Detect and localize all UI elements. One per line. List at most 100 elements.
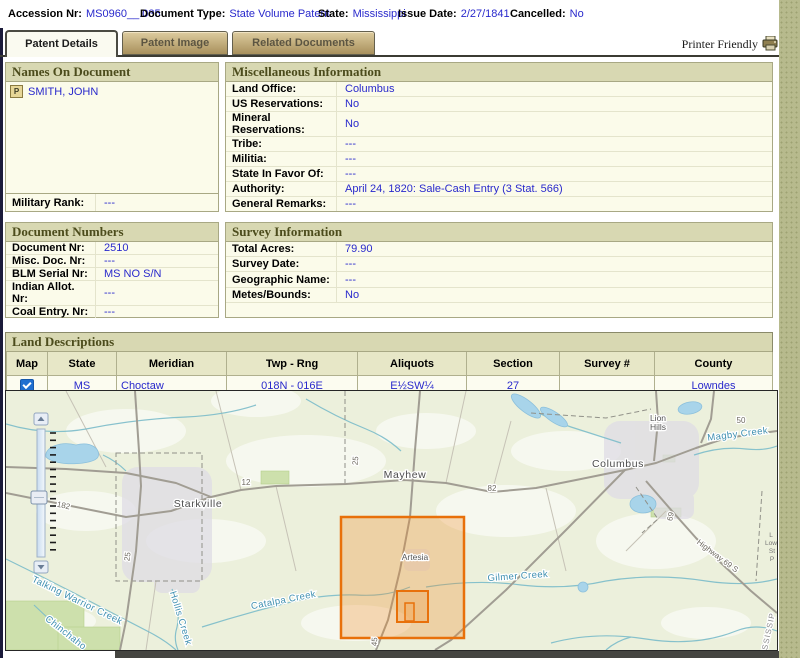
glo-patent-details-page: Accession Nr: MS0960__.035 Document Type:… xyxy=(0,0,800,658)
misc-row: Mineral Reservations: No xyxy=(226,111,772,136)
field-label: Authority: xyxy=(226,182,337,196)
misc-row: Land Office: Columbus xyxy=(226,82,772,96)
map-label-mississippi: MISSISSIP xyxy=(758,612,777,650)
road-label-45: 45 xyxy=(370,636,380,646)
col-header-survey: Survey # xyxy=(559,352,655,376)
page-background-band xyxy=(779,0,800,658)
field-label: Tribe: xyxy=(226,137,337,151)
field-value: --- xyxy=(104,306,115,318)
document-numbers-section: Document Numbers Document Nr: 2510 Misc. … xyxy=(5,222,219,318)
township-map[interactable]: Starkville Mayhew Columbus Artesia Lion … xyxy=(5,390,778,651)
field-value: --- xyxy=(345,198,356,210)
field-label: Land Office: xyxy=(226,82,337,96)
military-rank-value: --- xyxy=(104,196,115,209)
record-header: Accession Nr: MS0960__.035 Document Type:… xyxy=(0,0,779,28)
map-canvas: Starkville Mayhew Columbus Artesia Lion … xyxy=(6,391,777,650)
field-label: Indian Allot. Nr: xyxy=(6,281,96,305)
tab-patent-image[interactable]: Patent Image xyxy=(122,31,228,55)
military-rank-row: Military Rank: --- xyxy=(6,193,218,211)
misc-row: Authority: April 24, 1820: Sale-Cash Entr… xyxy=(226,181,772,196)
map-zoom-slider xyxy=(30,412,56,574)
state-field: State: Mississippi xyxy=(318,8,406,20)
field-value: No xyxy=(345,98,360,110)
land-descriptions-title: Land Descriptions xyxy=(6,333,772,352)
misc-row: Militia: --- xyxy=(226,151,772,166)
field-value: --- xyxy=(104,287,115,299)
field-label: Survey Date: xyxy=(226,257,337,272)
printer-friendly-link[interactable]: Printer Friendly xyxy=(676,35,779,52)
aliquot-highlight[interactable] xyxy=(404,602,415,622)
names-on-document-section: Names On Document P SMITH, JOHN Military… xyxy=(5,62,219,212)
survey-row: Metes/Bounds: No xyxy=(226,286,772,302)
map-label-catalpa-creek: Catalpa Creek xyxy=(250,589,317,612)
map-label-mayhew: Mayhew xyxy=(384,469,427,481)
field-label: Misc. Doc. Nr: xyxy=(6,255,96,267)
field-value: --- xyxy=(345,153,356,165)
col-header-meridian: Meridian xyxy=(116,352,227,376)
field-value: No xyxy=(345,118,360,130)
state-label: State: xyxy=(318,8,349,20)
map-label-columbus: Columbus xyxy=(592,458,644,470)
map-label-artesia: Artesia xyxy=(402,552,429,562)
accession-label: Accession Nr: xyxy=(8,8,82,20)
cancelled-field: Cancelled: No xyxy=(510,8,584,20)
name-entry: P SMITH, JOHN xyxy=(10,85,214,98)
map-label-gilmer-creek: Gilmer Creek xyxy=(487,569,548,584)
survey-row: Total Acres: 79.90 xyxy=(226,242,772,257)
field-label: Coal Entry. Nr: xyxy=(6,306,96,318)
docnum-row: Indian Allot. Nr: --- xyxy=(6,280,218,305)
field-label: Militia: xyxy=(226,152,337,166)
field-value: 79.90 xyxy=(345,243,373,256)
bottom-window-edge xyxy=(115,651,779,658)
doctype-label: Document Type: xyxy=(140,8,226,20)
misc-row: General Remarks: --- xyxy=(226,196,772,211)
printer-icon xyxy=(762,35,778,51)
field-value: --- xyxy=(345,168,356,180)
road-label-25-east: 25 xyxy=(351,455,361,465)
docnum-row: Coal Entry. Nr: --- xyxy=(6,305,218,318)
misc-information-title: Miscellaneous Information xyxy=(226,63,772,82)
field-label: Total Acres: xyxy=(226,242,337,257)
patentee-icon: P xyxy=(10,85,23,98)
cancelled-value: No xyxy=(569,8,584,20)
field-value: --- xyxy=(345,273,356,286)
field-value: --- xyxy=(104,255,115,267)
issuedate-field: Issue Date: 2/27/1841 xyxy=(398,8,510,20)
field-label: Metes/Bounds: xyxy=(226,287,337,302)
accession-field: Accession Nr: MS0960__.035 xyxy=(8,8,161,20)
cancelled-label: Cancelled: xyxy=(510,8,566,20)
field-label: General Remarks: xyxy=(226,197,337,211)
field-value: 2510 xyxy=(104,242,129,254)
checkmark-icon xyxy=(22,379,32,390)
map-label-magby-creek: Magby Creek xyxy=(707,425,769,443)
field-value: --- xyxy=(345,258,356,271)
document-numbers-title: Document Numbers xyxy=(6,223,218,242)
field-value: No xyxy=(345,288,360,301)
issuedate-label: Issue Date: xyxy=(398,8,457,20)
survey-row: Survey Date: --- xyxy=(226,256,772,272)
survey-row-empty xyxy=(226,301,772,317)
military-rank-label: Military Rank: xyxy=(6,194,96,211)
col-header-state: State xyxy=(47,352,117,376)
misc-information-section: Miscellaneous Information Land Office: Co… xyxy=(225,62,773,212)
doctype-value: State Volume Patent xyxy=(229,8,330,20)
field-label: BLM Serial Nr: xyxy=(6,268,96,280)
field-label: State In Favor Of: xyxy=(226,167,337,181)
map-label-truncated-1: L xyxy=(769,532,773,539)
window-left-edge xyxy=(0,0,3,658)
tab-patent-details[interactable]: Patent Details xyxy=(5,30,118,57)
col-header-map: Map xyxy=(6,352,48,376)
tab-related-documents[interactable]: Related Documents xyxy=(232,31,375,55)
survey-information-section: Survey Information Total Acres: 79.90 Sur… xyxy=(225,222,773,318)
col-header-section: Section xyxy=(466,352,560,376)
field-label: Document Nr: xyxy=(6,242,96,254)
issuedate-value: 2/27/1841 xyxy=(460,8,510,20)
col-header-aliquots: Aliquots xyxy=(357,352,467,376)
docnum-row: BLM Serial Nr: MS NO S/N xyxy=(6,267,218,280)
road-label-12: 12 xyxy=(242,478,251,487)
field-label: US Reservations: xyxy=(226,97,337,111)
patentee-name-link[interactable]: SMITH, JOHN xyxy=(28,86,98,98)
field-value: --- xyxy=(345,138,356,150)
printer-friendly-label: Printer Friendly xyxy=(681,37,758,51)
road-label-25-west: 25 xyxy=(122,551,132,562)
